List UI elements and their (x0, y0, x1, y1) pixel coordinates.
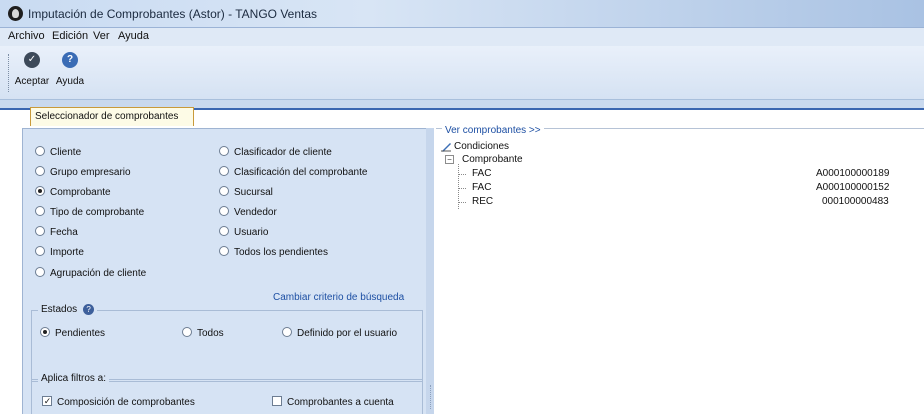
radio-icon (219, 226, 229, 236)
criteria-label: Grupo empresario (50, 167, 131, 178)
radio-icon (35, 267, 45, 277)
criteria-label: Usuario (234, 227, 269, 238)
radio-selected-icon (35, 186, 45, 196)
criteria-sucursal[interactable]: Sucursal (219, 186, 273, 198)
criteria-fecha[interactable]: Fecha (35, 226, 78, 238)
help-icon[interactable]: ? (83, 304, 95, 315)
accept-label: Aceptar (14, 76, 50, 87)
help-icon: ? (62, 52, 78, 68)
splitter-grip (430, 385, 431, 409)
title-bar: Imputación de Comprobantes (Astor) - TAN… (0, 0, 924, 28)
row-number: 000100000483 (822, 196, 889, 207)
help-button[interactable]: ? Ayuda (54, 52, 86, 96)
criteria-comprobante[interactable]: Comprobante (35, 186, 111, 198)
estado-label: Todos (197, 328, 224, 339)
comprobantes-panel: Ver comprobantes >> Condiciones − Compro… (436, 125, 924, 414)
criteria-label: Comprobante (50, 187, 111, 198)
criteria-label: Tipo de comprobante (50, 207, 145, 218)
criteria-label: Agrupación de cliente (50, 268, 147, 279)
criteria-label: Importe (50, 247, 84, 258)
radio-icon (35, 166, 45, 176)
estados-title: Estados? (38, 304, 98, 315)
panel-header: Ver comprobantes >> (436, 125, 924, 138)
estado-label: Definido por el usuario (297, 328, 398, 339)
pencil-icon (441, 143, 451, 152)
menu-bar: Archivo Edición Ver Ayuda (0, 28, 924, 46)
row-type: FAC (472, 182, 492, 193)
filtro-a-cuenta[interactable]: Comprobantes a cuenta (272, 396, 394, 408)
help-label: Ayuda (55, 76, 85, 87)
estado-pendientes[interactable]: Pendientes (40, 327, 105, 339)
toolbar-separator (8, 54, 9, 92)
estados-group: Estados? Pendientes Todos Definido por e… (31, 304, 423, 382)
toolbar: ✓ Aceptar ? Ayuda (0, 46, 924, 100)
criteria-todos-pendientes[interactable]: Todos los pendientes (219, 246, 328, 258)
tab-label: Seleccionador de comprobantes (35, 111, 179, 122)
menu-edicion[interactable]: Edición (52, 30, 88, 42)
estados-title-text: Estados (41, 304, 78, 315)
radio-icon (219, 186, 229, 196)
criteria-label: Clasificación del comprobante (234, 167, 368, 178)
criteria-label: Vendedor (234, 207, 277, 218)
tree-connector (458, 188, 466, 189)
ver-comprobantes-link[interactable]: Ver comprobantes >> (442, 125, 544, 136)
filtros-group: Aplica filtros a: Composición de comprob… (31, 373, 423, 414)
radio-icon (282, 327, 292, 337)
tree-connector (458, 202, 466, 203)
criteria-usuario[interactable]: Usuario (219, 226, 268, 238)
radio-icon (219, 246, 229, 256)
tree-root[interactable]: Condiciones (454, 141, 509, 152)
filtro-label: Comprobantes a cuenta (287, 397, 394, 408)
window-title: Imputación de Comprobantes (Astor) - TAN… (28, 7, 318, 21)
criteria-label: Todos los pendientes (234, 247, 328, 258)
menu-archivo[interactable]: Archivo (8, 30, 45, 42)
menu-ayuda[interactable]: Ayuda (118, 30, 149, 42)
filtro-label: Composición de comprobantes (57, 397, 195, 408)
row-type: REC (472, 196, 494, 207)
collapse-icon[interactable]: − (445, 155, 454, 164)
row-number: A000100000189 (816, 168, 890, 179)
radio-icon (219, 166, 229, 176)
row-type: FAC (472, 168, 492, 179)
change-criteria-link[interactable]: Cambiar criterio de búsqueda (273, 292, 404, 303)
radio-icon (35, 246, 45, 256)
criteria-clasificacion-comprobante[interactable]: Clasificación del comprobante (219, 166, 367, 178)
checkbox-checked-icon (42, 396, 52, 406)
criteria-clasificador-cliente[interactable]: Clasificador de cliente (219, 146, 332, 158)
estado-definido-usuario[interactable]: Definido por el usuario (282, 327, 397, 339)
criteria-label: Cliente (50, 147, 82, 158)
app-icon (8, 6, 23, 21)
menu-ver[interactable]: Ver (93, 30, 110, 42)
accept-button[interactable]: ✓ Aceptar (14, 52, 50, 96)
criteria-importe[interactable]: Importe (35, 246, 84, 258)
filtro-composicion[interactable]: Composición de comprobantes (42, 396, 195, 408)
criteria-agrupacion-cliente[interactable]: Agrupación de cliente (35, 267, 146, 279)
splitter[interactable] (426, 128, 434, 414)
radio-icon (219, 206, 229, 216)
tree-node-comprobante[interactable]: Comprobante (462, 154, 523, 165)
filtros-title: Aplica filtros a: (38, 373, 110, 384)
criteria-vendedor[interactable]: Vendedor (219, 206, 277, 218)
radio-icon (35, 146, 45, 156)
criteria-label: Sucursal (234, 187, 273, 198)
criteria-grupo-empresario[interactable]: Grupo empresario (35, 166, 131, 178)
radio-icon (35, 206, 45, 216)
checkbox-icon (272, 396, 282, 406)
criteria-label: Clasificador de cliente (234, 147, 332, 158)
radio-selected-icon (40, 327, 50, 337)
row-number: A000100000152 (816, 182, 890, 193)
estado-todos[interactable]: Todos (182, 327, 224, 339)
criteria-label: Fecha (50, 227, 78, 238)
radio-icon (182, 327, 192, 337)
criteria-cliente[interactable]: Cliente (35, 146, 81, 158)
criteria-tipo-comprobante[interactable]: Tipo de comprobante (35, 206, 144, 218)
checkmark-icon: ✓ (24, 52, 40, 68)
radio-icon (35, 226, 45, 236)
radio-icon (219, 146, 229, 156)
estado-label: Pendientes (55, 328, 106, 339)
tree-connector (458, 174, 466, 175)
selector-panel: Cliente Grupo empresario Comprobante Tip… (22, 128, 426, 414)
tab-seleccionador[interactable]: Seleccionador de comprobantes (30, 107, 194, 126)
